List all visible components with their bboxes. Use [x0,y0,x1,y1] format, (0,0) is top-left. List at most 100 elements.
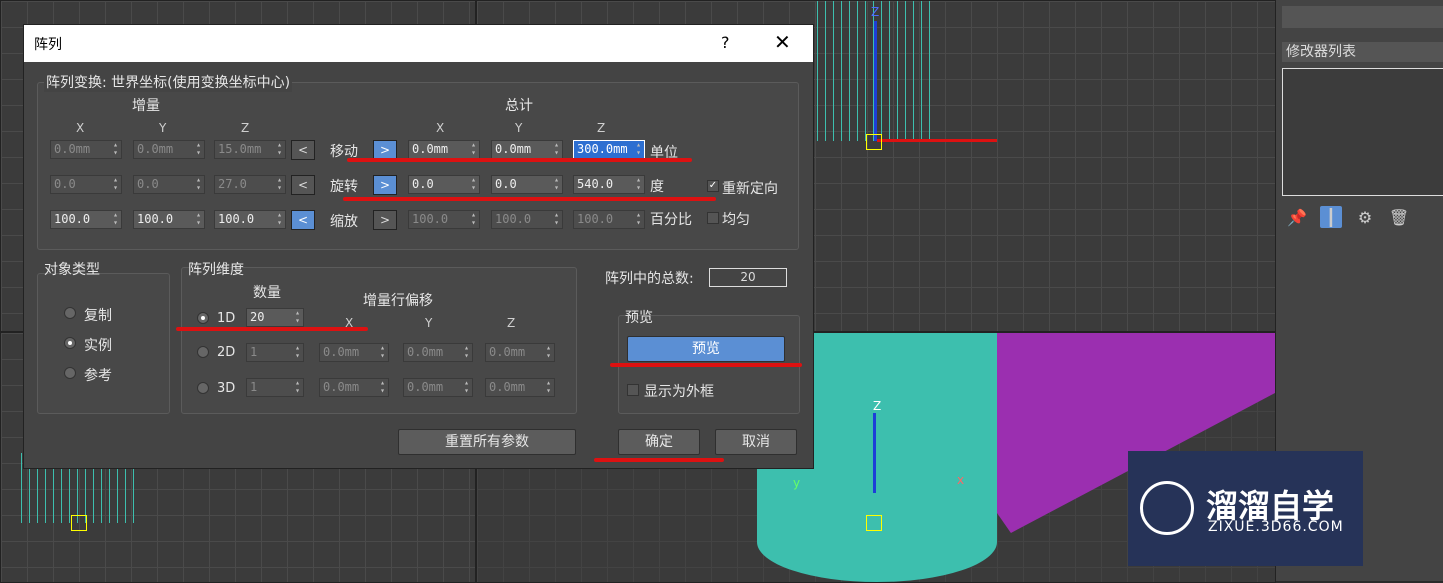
scale-inc-x[interactable]: 100.0 [50,210,122,229]
dim-3d-count[interactable]: 1 [246,378,304,397]
rotate-tot-x[interactable]: 0.0 [408,175,480,194]
move-tot-z[interactable]: 300.0mm [573,140,645,159]
dim-3d-x[interactable]: 0.0mm [319,378,389,397]
annotation-move [347,158,692,162]
scale-inc-z[interactable]: 100.0 [214,210,286,229]
dim-2d-count[interactable]: 1 [246,343,304,362]
array-dimensions-title: 阵列维度 [188,262,244,278]
move-right-arrow[interactable]: > [373,140,397,160]
cancel-button[interactable]: 取消 [715,429,797,455]
z-axis-gizmo-persp [873,413,876,493]
scale-tot-z[interactable]: 100.0 [573,210,645,229]
reorient-checkbox[interactable]: ✓ [707,180,719,192]
scale-inc-y[interactable]: 100.0 [133,210,205,229]
total-count-value: 20 [709,268,787,287]
dialog-titlebar[interactable]: 阵列 ? ✕ [24,25,813,62]
dim-2d-x[interactable]: 0.0mm [319,343,389,362]
rotate-tot-y[interactable]: 0.0 [491,175,563,194]
scale-tot-x[interactable]: 100.0 [408,210,480,229]
inc-x-header: X [76,121,85,135]
annotation-rotate [343,197,716,201]
pivot-box [866,134,882,150]
x-axis-gizmo [877,139,997,142]
dim-2d-z[interactable]: 0.0mm [485,343,555,362]
preview-button[interactable]: 预览 [627,336,785,362]
dim-1d-count[interactable]: 20 [246,308,304,327]
scale-tot-y[interactable]: 100.0 [491,210,563,229]
copy-label: 复制 [84,308,112,324]
uniform-label: 均匀 [722,212,750,228]
array-transform-title: 阵列变换: 世界坐标(使用变换坐标中心) [44,72,293,92]
scale-unit: 百分比 [650,212,692,228]
pivot-box-persp [866,515,882,531]
dim-1d-label: 1D [217,311,236,326]
rotate-inc-z[interactable]: 27.0 [214,175,286,194]
dim-1d-radio[interactable] [197,312,209,324]
rotate-tot-z[interactable]: 540.0 [573,175,645,194]
z-axis-label: Z [871,5,880,19]
offset-z-header: Z [507,316,516,330]
dim-2d-y[interactable]: 0.0mm [403,343,473,362]
z-axis-label-persp: Z [873,399,882,413]
inc-z-header: Z [241,121,250,135]
move-tot-x[interactable]: 0.0mm [408,140,480,159]
ok-button[interactable]: 确定 [618,429,700,455]
trash-icon[interactable]: 🗑 [1388,206,1410,228]
modifier-stack[interactable] [1282,68,1443,196]
rotate-inc-x[interactable]: 0.0 [50,175,122,194]
instance-radio[interactable] [64,337,76,349]
dim-3d-z[interactable]: 0.0mm [485,378,555,397]
rotate-label: 旋转 [330,179,358,195]
scale-left-arrow[interactable]: < [291,210,315,230]
pin-icon[interactable]: 📌 [1286,206,1308,228]
move-inc-y[interactable]: 0.0mm [133,140,205,159]
dialog-title: 阵列 [34,37,62,53]
dim-2d-radio[interactable] [197,346,209,358]
modifier-list-dropdown[interactable]: 修改器列表 [1282,42,1443,62]
object-type-title: 对象类型 [44,262,100,278]
offset-y-header: Y [425,316,433,330]
move-tot-y[interactable]: 0.0mm [491,140,563,159]
reorient-label: 重新定向 [722,181,778,197]
rotate-left-arrow[interactable]: < [291,175,315,195]
uniform-checkbox[interactable] [707,212,719,224]
totals-header: 总计 [505,98,533,114]
stack-toolbar: 📌 ┃ ⚙ 🗑 [1286,202,1410,232]
reference-radio[interactable] [64,367,76,379]
show-end-result-icon[interactable]: ┃ [1320,206,1342,228]
reference-label: 参考 [84,368,112,384]
show-as-box-label: 显示为外框 [644,384,714,400]
total-count-label: 阵列中的总数: [605,271,694,287]
annotation-preview [610,363,802,367]
copy-radio[interactable] [64,307,76,319]
dim-2d-label: 2D [217,345,236,360]
watermark-logo: 溜溜自学 ZIXUE.3D66.COM [1128,451,1363,566]
help-button[interactable]: ? [721,33,730,52]
pivot-box-2 [71,515,87,531]
reset-all-button[interactable]: 重置所有参数 [398,429,576,455]
scale-right-arrow[interactable]: > [373,210,397,230]
name-field[interactable] [1282,6,1443,28]
move-inc-z[interactable]: 15.0mm [214,140,286,159]
dim-3d-y[interactable]: 0.0mm [403,378,473,397]
dim-3d-label: 3D [217,381,236,396]
show-as-box-checkbox[interactable] [627,384,639,396]
rotate-inc-y[interactable]: 0.0 [133,175,205,194]
rotate-unit: 度 [650,179,664,195]
rotate-right-arrow[interactable]: > [373,175,397,195]
close-button[interactable]: ✕ [774,30,791,54]
annotation-ok [594,458,724,462]
move-inc-x[interactable]: 0.0mm [50,140,122,159]
tot-x-header: X [436,121,445,135]
make-unique-icon[interactable]: ⚙ [1354,206,1376,228]
tot-z-header: Z [597,121,606,135]
move-left-arrow[interactable]: < [291,140,315,160]
tot-y-header: Y [515,121,523,135]
increment-header: 增量 [132,98,160,114]
play-logo-icon [1140,481,1194,535]
dim-3d-radio[interactable] [197,382,209,394]
preview-title: 预览 [625,310,653,326]
y-axis-label-persp: y [793,476,801,490]
scale-label: 缩放 [330,214,358,230]
count-header: 数量 [253,285,281,301]
